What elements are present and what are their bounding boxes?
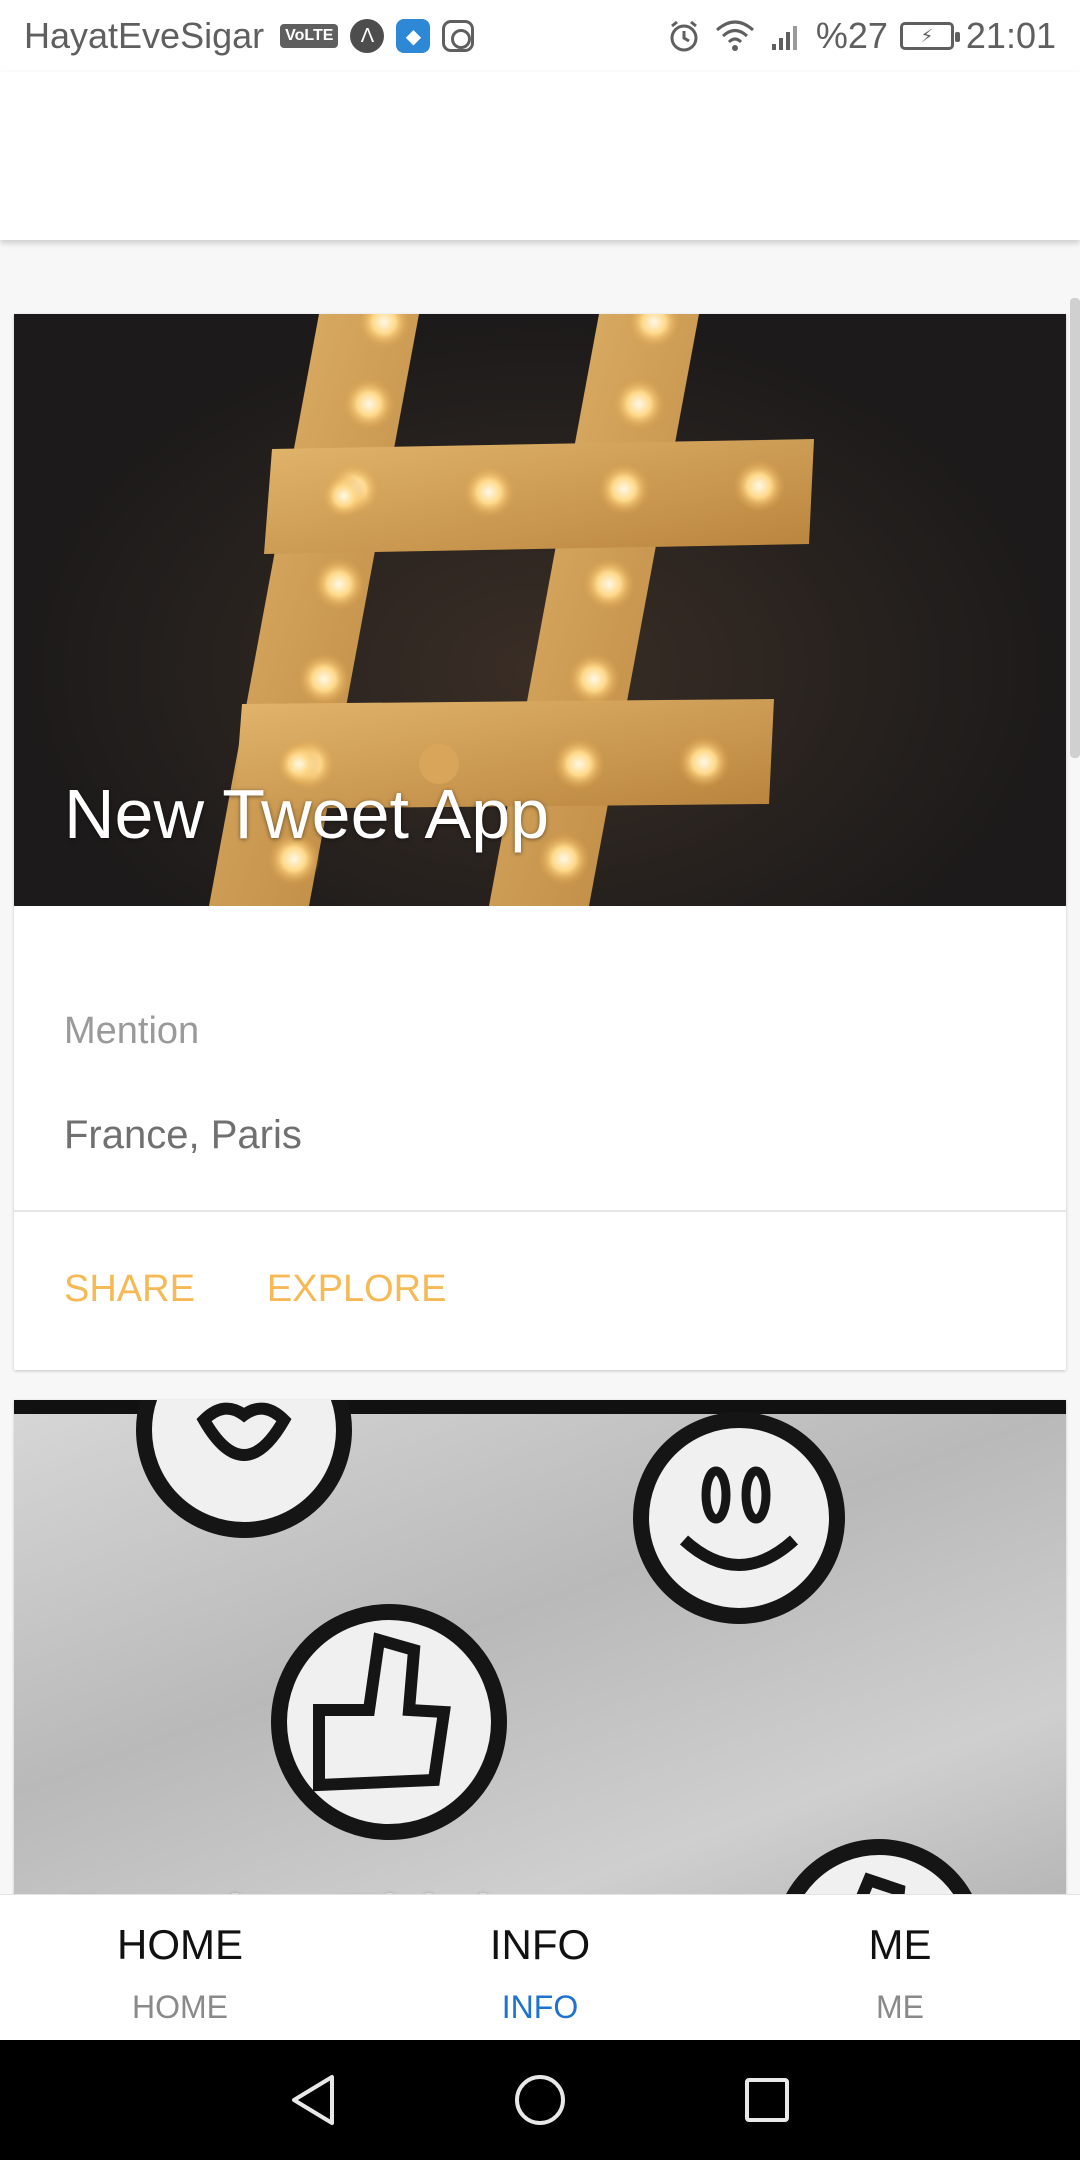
card-develop-think: Develop Think <box>14 1400 1066 1894</box>
status-left: HayatEveSigar VoLTE Λ ◆ <box>24 15 475 57</box>
tab-me-label: ME <box>876 1989 924 2025</box>
recents-icon <box>744 2078 789 2122</box>
signal-icon <box>771 26 797 50</box>
card-actions: SHARE EXPLORE <box>14 1212 1066 1311</box>
tab-home-title: HOME <box>117 1921 243 1968</box>
wifi-icon <box>715 20 754 51</box>
explore-button[interactable]: EXPLORE <box>267 1268 447 1311</box>
tab-home[interactable]: HOME HOME <box>0 1895 360 2040</box>
tab-info[interactable]: INFO INFO <box>360 1895 720 2040</box>
recents-button[interactable] <box>737 2070 797 2130</box>
status-bar: HayatEveSigar VoLTE Λ ◆ %27 ⚡ 21:01 <box>0 0 1080 72</box>
system-nav-bar <box>0 2040 1080 2160</box>
hashtag-marquee-image: New Tweet App <box>14 314 1066 906</box>
back-button[interactable] <box>283 2070 343 2130</box>
smiley-wall-illustration <box>136 1400 972 1894</box>
status-right: %27 ⚡ 21:01 <box>666 15 1056 57</box>
scrollbar[interactable] <box>1070 298 1080 758</box>
card-title: New Tweet App <box>64 775 550 853</box>
card-title: Develop Think <box>64 1880 510 1894</box>
alarm-icon <box>670 20 698 52</box>
shield-icon: ◆ <box>396 19 431 53</box>
app-header <box>0 72 1080 240</box>
card-location: France, Paris <box>64 1113 302 1157</box>
content-scroll[interactable]: New Tweet App Mention France, Paris SHAR… <box>0 240 1080 1894</box>
tab-home-label: HOME <box>132 1989 228 2025</box>
home-button[interactable] <box>510 2070 570 2130</box>
battery-icon: ⚡ <box>899 22 960 50</box>
tab-me-title: ME <box>868 1921 932 1968</box>
smiley-wall-image: Develop Think <box>14 1400 1066 1894</box>
back-icon <box>292 2075 335 2125</box>
card-body: Mention France, Paris <box>14 906 1066 1212</box>
app-a-icon: Λ <box>350 19 385 53</box>
card-subtitle: Mention <box>64 1010 200 1052</box>
bottom-tab-bar: HOME HOME INFO INFO ME ME <box>0 1894 1080 2040</box>
share-button[interactable]: SHARE <box>64 1268 195 1311</box>
carrier-name: HayatEveSigar <box>24 15 265 56</box>
clock: 21:01 <box>965 15 1056 56</box>
tab-info-title: INFO <box>489 1921 591 1968</box>
volte-icon: VoLTE <box>280 24 339 48</box>
card-new-tweet-app: New Tweet App Mention France, Paris SHAR… <box>14 314 1066 1370</box>
tab-info-label: INFO <box>501 1989 579 2025</box>
instagram-icon <box>442 20 475 52</box>
battery-percent: %27 <box>815 15 888 56</box>
tab-me[interactable]: ME ME <box>720 1895 1080 2040</box>
home-icon <box>514 2075 565 2125</box>
